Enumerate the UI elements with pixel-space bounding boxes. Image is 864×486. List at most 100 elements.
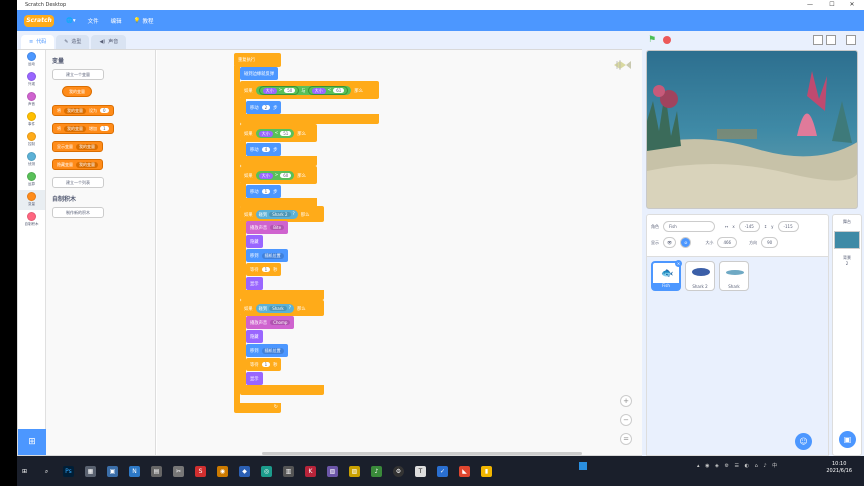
- windows-start-icon[interactable]: ⊞: [19, 466, 30, 477]
- app-circle-icon[interactable]: ⚙: [393, 465, 404, 477]
- change-variable-block[interactable]: 将 我的变量 增加 1: [52, 123, 114, 134]
- wait-block-2[interactable]: 等待 1 秒: [246, 358, 282, 371]
- gt-operator[interactable]: 大小 >60: [255, 171, 295, 180]
- close-button[interactable]: ✕: [842, 0, 862, 10]
- sprite-thumb-fish[interactable]: × 🐟 Fish: [651, 260, 682, 291]
- green-flag-icon[interactable]: ⚑: [648, 35, 656, 45]
- steps-input[interactable]: 4: [261, 147, 271, 152]
- category-motion[interactable]: 运动: [18, 50, 45, 70]
- make-variable-button[interactable]: 建立一个变量: [52, 69, 104, 80]
- add-extension-button[interactable]: ⊞: [18, 429, 46, 455]
- hide-variable-block[interactable]: 隐藏变量 我的变量: [52, 159, 103, 170]
- snipping-icon[interactable]: ✂: [173, 465, 184, 477]
- script-workspace[interactable]: 重复执行 ↻ 碰到边缘就反弹 如果 大小 >50 与 大小 <61 那么 移动 …: [157, 50, 642, 455]
- make-list-button[interactable]: 建立一个列表: [52, 177, 104, 188]
- show-visible-toggle[interactable]: 👁: [663, 237, 677, 248]
- search-icon[interactable]: ⌕: [41, 466, 52, 477]
- sprite-name-input[interactable]: Fish: [663, 221, 715, 232]
- sprite-thumb-shark2[interactable]: Shark 2: [685, 261, 715, 291]
- show-variable-block[interactable]: 显示变量 我的变量: [52, 141, 103, 152]
- photos-icon[interactable]: ▣: [107, 465, 118, 477]
- play-sound-block-1[interactable]: 播放声音 Bite: [246, 221, 289, 234]
- steps-input[interactable]: 1: [261, 189, 271, 194]
- goto-dropdown[interactable]: 随机位置: [261, 347, 284, 354]
- touching-sensor[interactable]: 碰到 Shark 2?: [255, 210, 298, 219]
- hide-block-2[interactable]: 隐藏: [246, 330, 263, 343]
- direction-input[interactable]: 90: [761, 237, 779, 248]
- touching-sensor[interactable]: 碰到 Shark?: [255, 304, 294, 313]
- value-input[interactable]: 50: [284, 88, 296, 93]
- goto-block-1[interactable]: 移到 随机位置: [246, 249, 288, 262]
- small-stage-icon[interactable]: [813, 35, 823, 45]
- app-t-icon[interactable]: T: [415, 465, 426, 477]
- move-block-2[interactable]: 移动 4 步: [246, 143, 282, 156]
- tab-costumes[interactable]: ✎ 造型: [56, 35, 90, 49]
- app-s-icon[interactable]: S: [195, 465, 206, 477]
- move-block-1[interactable]: 移动 2 步: [246, 101, 282, 114]
- maximize-button[interactable]: ☐: [822, 0, 842, 10]
- if-block-4[interactable]: 如果 碰到 Shark 2? 那么: [240, 206, 324, 222]
- y-input[interactable]: -115: [777, 221, 799, 232]
- app-orange-icon[interactable]: ◉: [217, 465, 228, 477]
- forever-top[interactable]: 重复执行: [234, 53, 281, 67]
- if-block-3[interactable]: 如果 大小 >60 那么: [240, 166, 317, 184]
- tab-code[interactable]: ≡ 代码: [21, 35, 55, 49]
- touch-target-dropdown[interactable]: Shark: [269, 306, 287, 311]
- app-yellow-icon[interactable]: ▨: [349, 465, 360, 477]
- goto-dropdown[interactable]: 随机位置: [261, 252, 284, 259]
- if-block-1[interactable]: 如果 大小 >50 与 大小 <61 那么: [240, 81, 379, 99]
- size-reporter[interactable]: 大小: [311, 87, 326, 94]
- language-menu[interactable]: 🌐▾: [66, 18, 76, 24]
- category-looks[interactable]: 外观: [18, 70, 45, 90]
- value-input[interactable]: 1: [100, 126, 109, 131]
- backdrop-thumbnail[interactable]: [834, 231, 860, 249]
- tray-app-icon[interactable]: [579, 462, 587, 470]
- file-menu[interactable]: 文件: [88, 17, 99, 25]
- tutorials-menu[interactable]: 💡 教程: [134, 17, 154, 25]
- zoom-out-button[interactable]: −: [620, 414, 632, 426]
- photoshop-icon[interactable]: Ps: [63, 465, 74, 477]
- hide-block-1[interactable]: 隐藏: [246, 235, 263, 248]
- system-clock[interactable]: 10:10 2021/6/16: [826, 461, 852, 475]
- size-reporter[interactable]: 大小: [262, 87, 277, 94]
- if-block-5[interactable]: 如果 碰到 Shark? 那么: [240, 300, 324, 316]
- category-operators[interactable]: 运算: [18, 170, 45, 190]
- category-sensing[interactable]: 侦测: [18, 150, 45, 170]
- sound-dropdown[interactable]: Chomp: [270, 320, 291, 325]
- fullscreen-icon[interactable]: [846, 35, 856, 45]
- size-reporter[interactable]: 大小: [258, 130, 273, 137]
- vscode-icon[interactable]: ✓: [437, 465, 448, 477]
- edit-menu[interactable]: 编辑: [111, 17, 122, 25]
- stage-pane[interactable]: 舞台 背景 2 ▣: [832, 214, 862, 456]
- app-green-icon[interactable]: ♪: [371, 465, 382, 477]
- show-block-2[interactable]: 显示: [246, 372, 263, 385]
- value-input[interactable]: 51: [280, 131, 292, 136]
- size-reporter[interactable]: 大小: [258, 172, 273, 179]
- wait-block-1[interactable]: 等待 1 秒: [246, 263, 282, 276]
- category-variables[interactable]: 变量: [18, 190, 45, 210]
- add-sprite-button[interactable]: ☺: [795, 433, 812, 450]
- my-variable-reporter[interactable]: 我的变量: [62, 86, 92, 97]
- seconds-input[interactable]: 1: [261, 267, 271, 272]
- value-input[interactable]: 61: [333, 88, 345, 93]
- add-backdrop-button[interactable]: ▣: [839, 431, 856, 448]
- category-my-blocks[interactable]: 自制积木: [18, 210, 45, 230]
- make-block-button[interactable]: 制作新的积木: [52, 207, 104, 218]
- category-control[interactable]: 控制: [18, 130, 45, 150]
- touch-target-dropdown[interactable]: Shark 2: [269, 212, 291, 217]
- x-input[interactable]: -145: [738, 221, 760, 232]
- variable-dropdown[interactable]: 我的变量: [76, 161, 98, 168]
- move-block-3[interactable]: 移动 1 步: [246, 185, 282, 198]
- workspace-scrollbar[interactable]: [262, 452, 582, 455]
- stop-icon[interactable]: [663, 36, 671, 44]
- app-n-icon[interactable]: N: [129, 465, 140, 477]
- lt-operator[interactable]: 大小 <51: [255, 129, 295, 138]
- show-block-1[interactable]: 显示: [246, 277, 263, 290]
- app-gray-icon[interactable]: ▥: [283, 465, 294, 477]
- variable-dropdown[interactable]: 我的变量: [76, 143, 98, 150]
- minimize-button[interactable]: —: [800, 0, 820, 10]
- app-teal-icon[interactable]: ◎: [261, 465, 272, 477]
- variable-dropdown[interactable]: 我的变量: [64, 107, 86, 114]
- seconds-input[interactable]: 1: [261, 362, 271, 367]
- variable-dropdown[interactable]: 我的变量: [64, 125, 86, 132]
